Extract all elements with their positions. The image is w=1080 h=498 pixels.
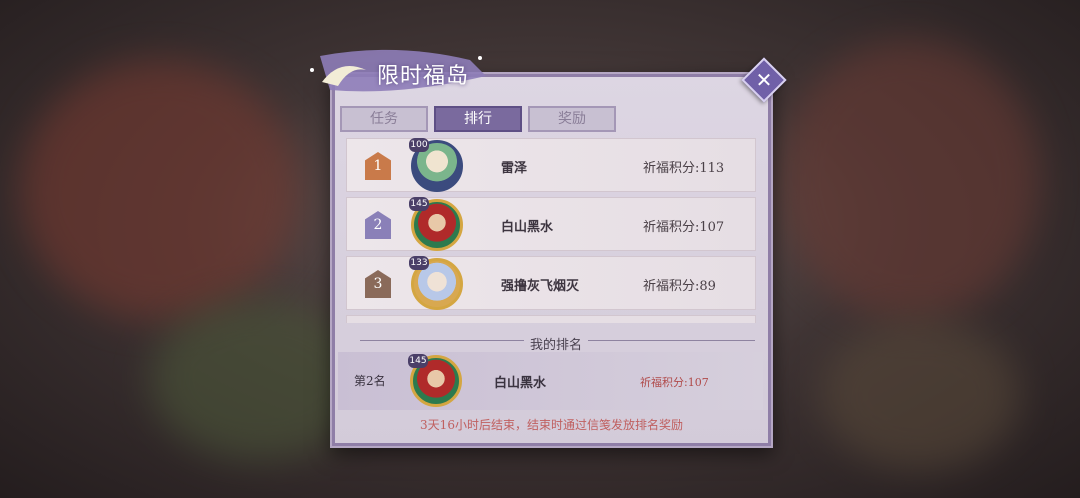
close-icon: ✕ bbox=[755, 68, 773, 92]
tab-bar: 任务 排行 奖励 bbox=[340, 106, 616, 132]
ranking-row-partial bbox=[346, 315, 756, 323]
player-name: 强撸灰飞烟灭 bbox=[501, 279, 580, 294]
level-badge: 100 bbox=[409, 138, 429, 152]
background-blur bbox=[820, 320, 1020, 470]
tab-tasks[interactable]: 任务 bbox=[340, 106, 428, 132]
my-ranking-row: 第2名 145 白山黑水 祈福积分:107 bbox=[338, 352, 763, 410]
my-ranking-divider: 我的排名 bbox=[360, 334, 755, 353]
level-badge: 145 bbox=[409, 197, 429, 211]
player-name: 雷泽 bbox=[501, 161, 528, 176]
background-blur bbox=[20, 60, 300, 320]
rank-badge: 2 bbox=[365, 211, 391, 239]
event-end-note: 3天16小时后结束，结束时通过信笺发放排名奖励 bbox=[420, 418, 683, 432]
my-player-name: 白山黑水 bbox=[494, 376, 547, 391]
my-player-score: 祈福积分:107 bbox=[640, 376, 709, 389]
ranking-row[interactable]: 2 145 白山黑水 祈福积分:107 bbox=[346, 197, 756, 251]
level-badge: 145 bbox=[408, 354, 428, 368]
level-badge: 133 bbox=[409, 256, 429, 270]
player-name: 白山黑水 bbox=[501, 220, 554, 235]
player-score: 祈福积分:107 bbox=[643, 220, 725, 235]
tab-rewards[interactable]: 奖励 bbox=[528, 106, 616, 132]
rank-badge: 3 bbox=[365, 270, 391, 298]
rank-badge: 1 bbox=[365, 152, 391, 180]
background-blur bbox=[780, 40, 1040, 320]
tab-ranking[interactable]: 排行 bbox=[434, 106, 522, 132]
my-ranking-label: 我的排名 bbox=[524, 334, 589, 353]
player-score: 祈福积分:89 bbox=[643, 279, 716, 294]
ranking-row[interactable]: 1 100 雷泽 祈福积分:113 bbox=[346, 138, 756, 192]
window-title: 限时福岛 bbox=[377, 64, 470, 89]
ranking-row[interactable]: 3 133 强撸灰飞烟灭 祈福积分:89 bbox=[346, 256, 756, 310]
my-rank-label: 第2名 bbox=[354, 374, 386, 388]
player-score: 祈福积分:113 bbox=[643, 161, 725, 176]
